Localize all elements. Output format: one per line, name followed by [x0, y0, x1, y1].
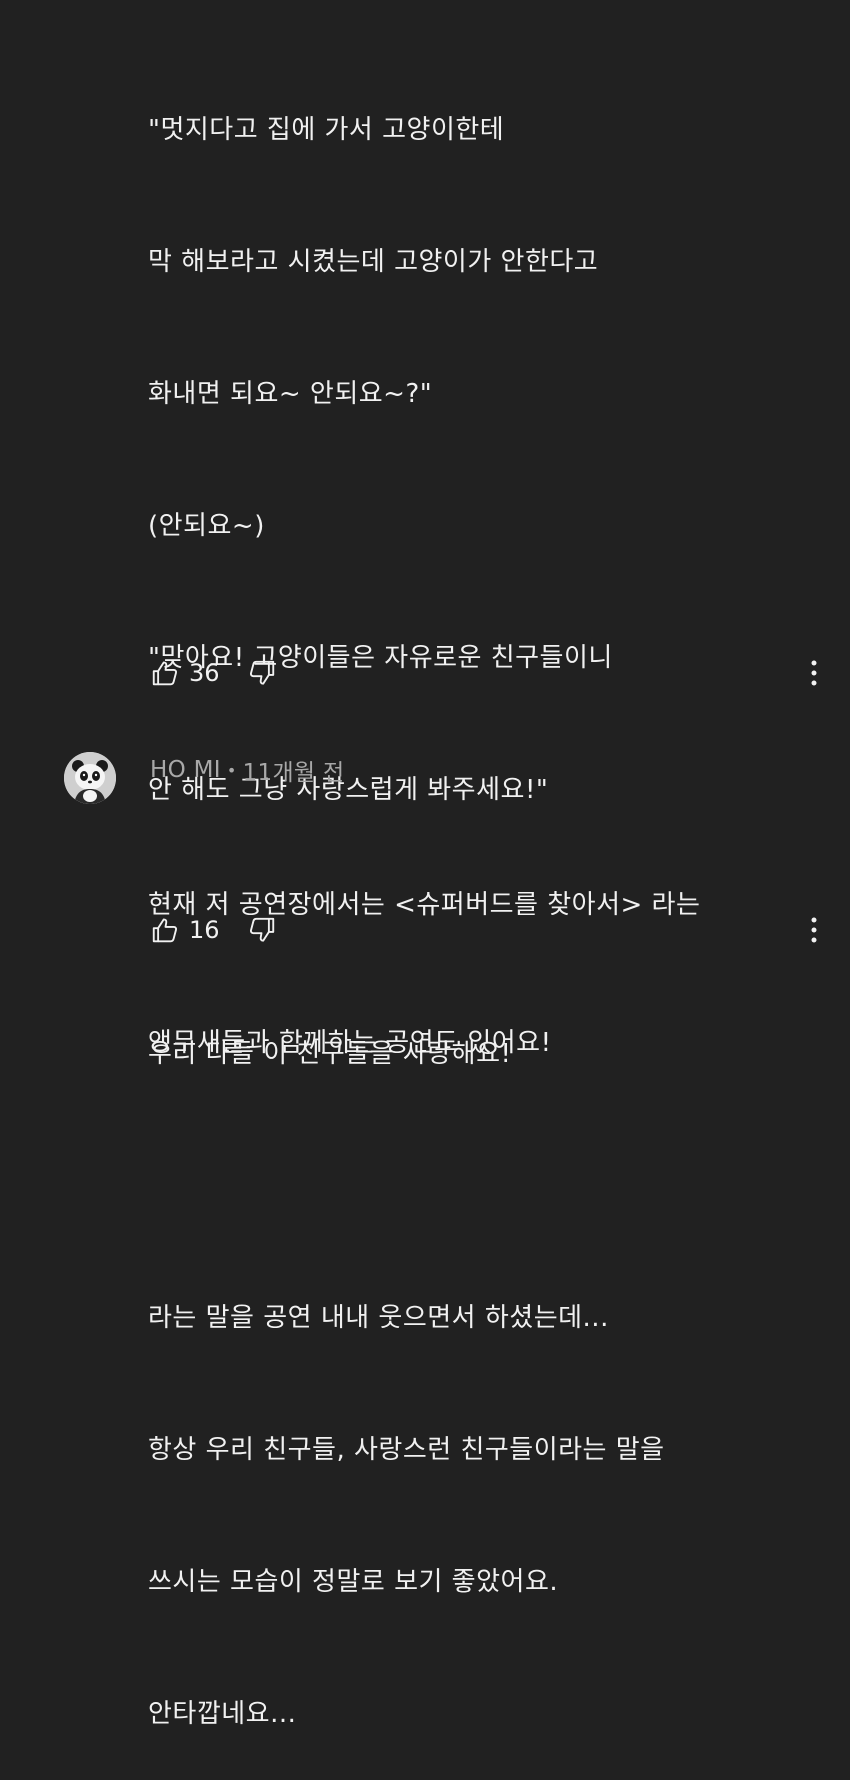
thumbs-down-icon — [247, 915, 277, 945]
more-options-button[interactable] — [802, 653, 826, 693]
thumbs-down-icon — [247, 658, 277, 688]
avatar[interactable] — [64, 752, 116, 804]
comment-line: 쓰시는 모습이 정말로 보기 좋았어요. — [148, 1567, 559, 1597]
comment-line: 막 해보라고 시켰는데 고양이가 안한다고 — [148, 247, 599, 277]
like-button[interactable]: 16 — [150, 915, 247, 945]
comment-line: 항상 우리 친구들, 사랑스런 친구들이라는 말을 — [148, 1435, 665, 1465]
comment-line: 라는 말을 공연 내내 웃으면서 하셨는데... — [148, 1303, 609, 1333]
comment-actions: 36 — [150, 653, 277, 693]
comment-line: (안되요~) — [148, 511, 265, 541]
meta-separator: • — [226, 760, 237, 780]
more-vertical-icon — [810, 659, 818, 687]
dislike-button[interactable] — [247, 915, 277, 945]
comment-line: "멋지다고 집에 가서 고양이한테 — [148, 115, 505, 145]
like-count: 36 — [189, 659, 220, 687]
comment-line: 앵무새들과 함께하는 공연도 있어요! — [148, 1028, 552, 1058]
comment-time[interactable]: 11개월 전 — [243, 753, 345, 787]
comment-text: 현재 저 공연장에서는 <슈퍼버드를 찾아서> 라는 앵무새들과 함께하는 공연… — [148, 790, 808, 1112]
panda-avatar-icon — [64, 752, 116, 804]
thumbs-up-icon — [150, 658, 180, 688]
more-vertical-icon — [810, 916, 818, 944]
author-name[interactable]: HO MI — [150, 757, 221, 783]
comment-actions: 16 — [150, 910, 277, 950]
comment-line — [148, 1164, 788, 1208]
like-count: 16 — [189, 916, 220, 944]
like-button[interactable]: 36 — [150, 658, 247, 688]
comment-line: 안타깝네요... — [148, 1699, 297, 1729]
dislike-button[interactable] — [247, 658, 277, 688]
comment-meta: HO MI • 11개월 전 — [150, 753, 344, 787]
more-options-button[interactable] — [802, 910, 826, 950]
comment-line: 화내면 되요~ 안되요~?" — [148, 379, 433, 409]
thumbs-up-icon — [150, 915, 180, 945]
